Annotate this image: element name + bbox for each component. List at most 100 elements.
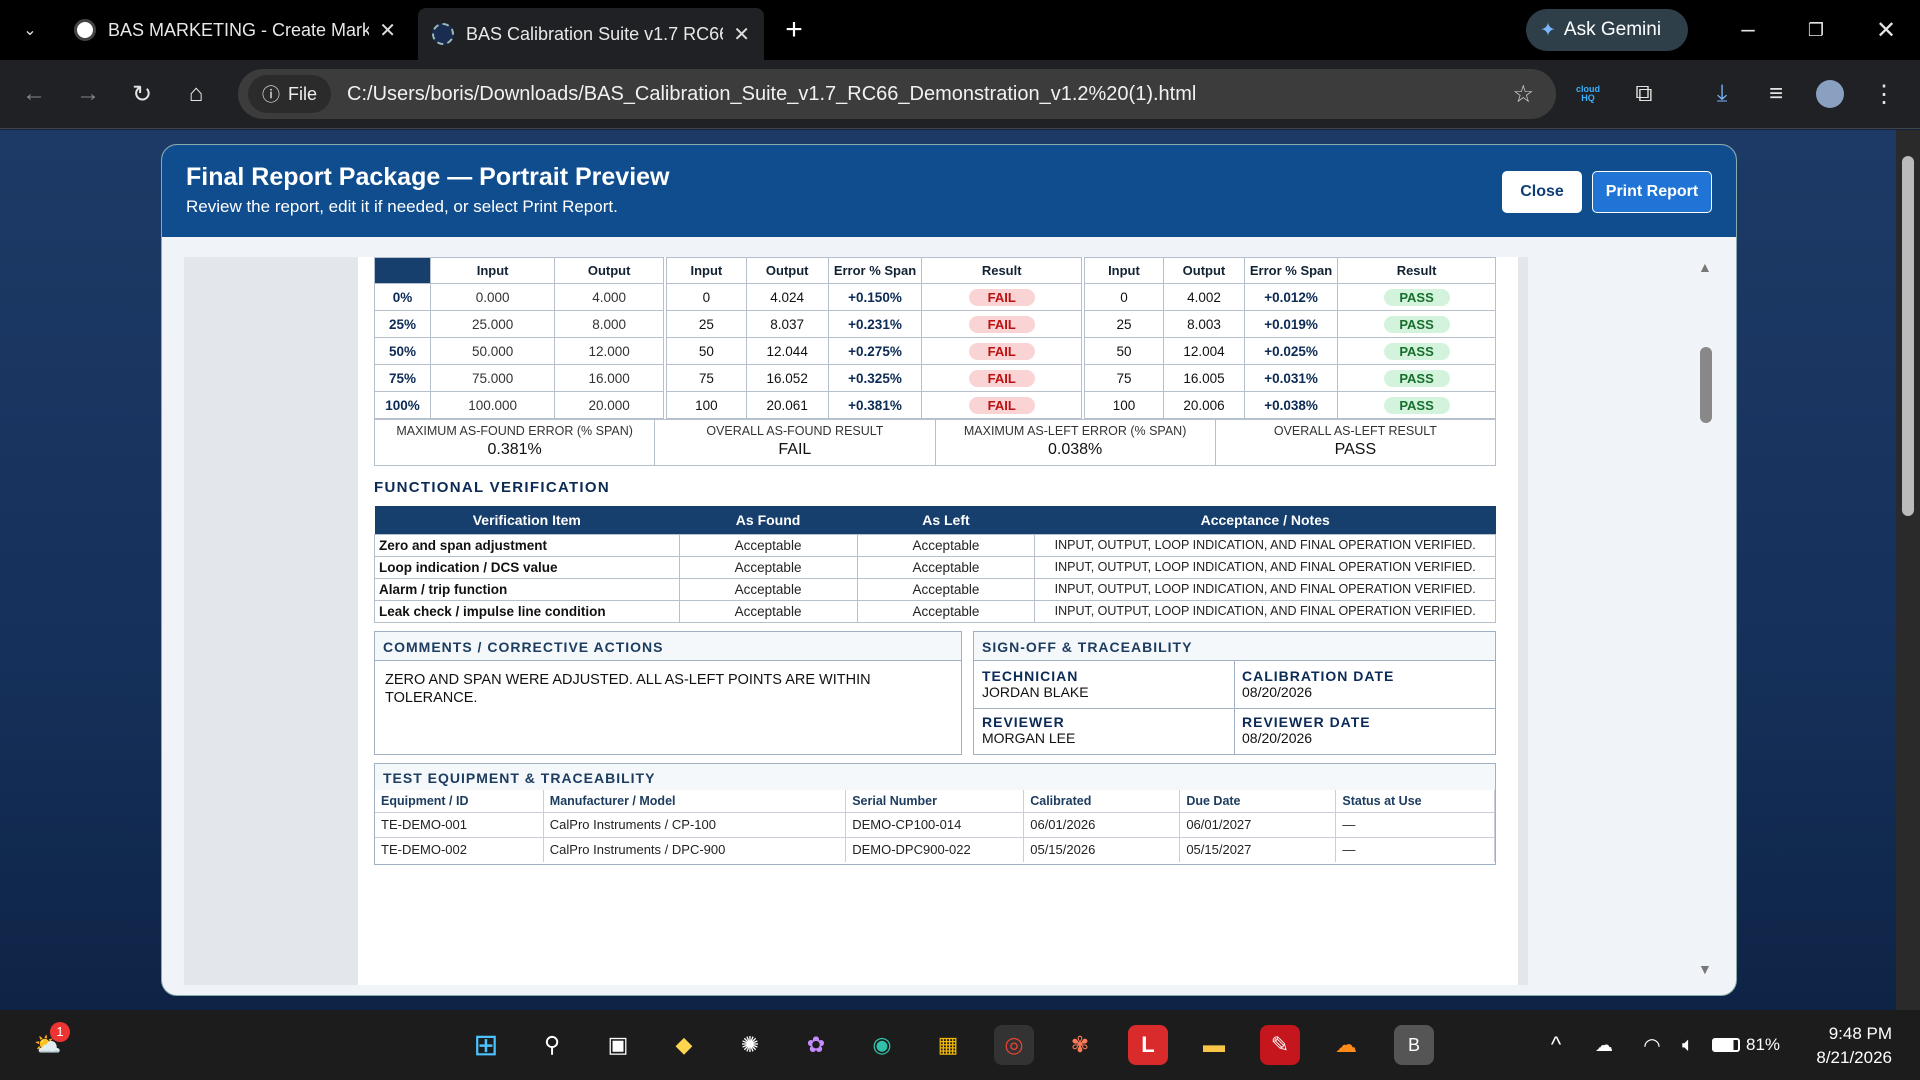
search-icon[interactable]: ⚲ [532, 1025, 572, 1065]
profile-avatar[interactable] [1812, 76, 1848, 112]
equipment-cell[interactable]: DEMO-CP100-014 [845, 811, 1025, 837]
tab-calibration-suite[interactable]: BAS Calibration Suite v1.7 RC66 ✕ [418, 8, 764, 60]
python-app-icon[interactable]: ◆ [664, 1025, 704, 1065]
equipment-cell[interactable]: CalPro Instruments / DPC-900 [543, 836, 847, 862]
functional-cell[interactable]: Acceptable [678, 599, 858, 623]
equipment-cell[interactable]: TE-DEMO-002 [375, 836, 544, 862]
al-output-cell[interactable]: 12.004 [1162, 337, 1246, 365]
tab-close-icon[interactable]: ✕ [379, 18, 396, 43]
af-input-cell[interactable]: 50 [666, 337, 747, 365]
functional-cell[interactable]: INPUT, OUTPUT, LOOP INDICATION, AND FINA… [1034, 577, 1496, 601]
restore-icon[interactable]: ❐ [1798, 12, 1834, 48]
new-tab-button[interactable]: + [776, 12, 812, 48]
site-info-chip[interactable]: ⓘ File [248, 75, 332, 113]
equipment-cell[interactable]: 06/01/2027 [1179, 811, 1337, 837]
af-input-cell[interactable]: 100 [666, 391, 747, 419]
functional-cell[interactable]: Acceptable [678, 533, 858, 557]
cloudhq-extension-icon[interactable]: cloud HQ [1570, 76, 1606, 112]
equipment-cell[interactable]: CalPro Instruments / CP-100 [543, 811, 847, 837]
bookmark-star-icon[interactable]: ☆ [1512, 80, 1534, 109]
al-output-cell[interactable]: 8.003 [1162, 310, 1246, 338]
functional-cell[interactable]: Acceptable [856, 599, 1036, 623]
close-button[interactable]: Close [1502, 171, 1582, 213]
equipment-cell[interactable]: — [1335, 811, 1495, 837]
extensions-puzzle-icon[interactable]: ⧉ [1626, 76, 1662, 112]
battery-indicator[interactable]: 81% [1712, 1035, 1780, 1055]
al-input-cell[interactable]: 50 [1084, 337, 1164, 365]
functional-cell[interactable]: Acceptable [678, 577, 858, 601]
forward-icon[interactable]: → [70, 76, 106, 112]
calibration-date-value[interactable]: 08/20/2026 [1242, 684, 1394, 700]
functional-cell[interactable]: INPUT, OUTPUT, LOOP INDICATION, AND FINA… [1034, 555, 1496, 579]
edge-browser-icon[interactable]: ◉ [862, 1025, 902, 1065]
viewer-scroll-thumb[interactable] [1700, 347, 1712, 423]
scroll-up-arrow-icon[interactable]: ▲ [1698, 259, 1712, 275]
viewer-scrollbar[interactable]: ▲ ▼ [1694, 257, 1718, 985]
af-input-cell[interactable]: 0 [666, 283, 747, 311]
functional-cell[interactable]: Acceptable [678, 555, 858, 579]
equipment-cell[interactable]: — [1335, 836, 1495, 862]
af-input-cell[interactable]: 75 [666, 364, 747, 392]
reload-icon[interactable]: ↻ [124, 76, 160, 112]
al-output-cell[interactable]: 4.002 [1162, 283, 1246, 311]
print-report-button[interactable]: Print Report [1592, 171, 1712, 213]
page-scrollbar[interactable] [1896, 130, 1920, 1010]
equipment-cell[interactable]: 06/01/2026 [1023, 811, 1181, 837]
tab-marketing[interactable]: BAS MARKETING - Create Mark ✕ [60, 10, 410, 50]
reviewer-value[interactable]: MORGAN LEE [982, 730, 1075, 746]
af-input-cell[interactable]: 25 [666, 310, 747, 338]
home-icon[interactable]: ⌂ [178, 76, 214, 112]
letter-b-app-icon[interactable]: B [1394, 1025, 1434, 1065]
copilot-app-icon[interactable]: ✿ [796, 1025, 836, 1065]
tab-search-chevron-icon[interactable]: ⌄ [12, 12, 48, 48]
chrome-browser-icon[interactable]: ◎ [994, 1025, 1034, 1065]
al-output-cell[interactable]: 16.005 [1162, 364, 1246, 392]
af-output-cell[interactable]: 20.061 [745, 391, 829, 419]
al-input-cell[interactable]: 0 [1084, 283, 1164, 311]
letter-l-app-icon[interactable]: L [1128, 1025, 1168, 1065]
acrobat-reader-icon[interactable]: ✎ [1260, 1025, 1300, 1065]
url-text[interactable]: C:/Users/boris/Downloads/BAS_Calibration… [347, 83, 1196, 106]
al-input-cell[interactable]: 100 [1084, 391, 1164, 419]
functional-cell[interactable]: Acceptable [856, 533, 1036, 557]
file-explorer-icon[interactable]: ▬ [1194, 1025, 1234, 1065]
cloud-app-icon[interactable]: ☁ [1326, 1025, 1366, 1065]
functional-cell[interactable]: INPUT, OUTPUT, LOOP INDICATION, AND FINA… [1034, 599, 1496, 623]
af-output-cell[interactable]: 4.024 [745, 283, 829, 311]
reviewer-date-value[interactable]: 08/20/2026 [1242, 730, 1371, 746]
minimize-icon[interactable]: – [1730, 12, 1766, 48]
back-icon[interactable]: ← [16, 76, 52, 112]
downloads-icon[interactable]: ⤓ [1704, 76, 1740, 112]
omnibox[interactable]: ⓘ File C:/Users/boris/Downloads/BAS_Cali… [238, 69, 1556, 119]
window-close-icon[interactable]: ✕ [1868, 12, 1904, 48]
microsoft-store-icon[interactable]: ▦ [928, 1025, 968, 1065]
af-output-cell[interactable]: 12.044 [745, 337, 829, 365]
task-view-icon[interactable]: ▣ [598, 1025, 638, 1065]
functional-cell[interactable]: Acceptable [856, 577, 1036, 601]
volume-icon[interactable]: 🔈︎ [1668, 1025, 1708, 1065]
al-input-cell[interactable]: 25 [1084, 310, 1164, 338]
comments-text[interactable]: ZERO AND SPAN WERE ADJUSTED. ALL AS-LEFT… [375, 661, 895, 717]
page-scroll-thumb[interactable] [1902, 156, 1914, 516]
photos-app-icon[interactable]: ✾ [1060, 1025, 1100, 1065]
onedrive-tray-icon[interactable]: ☁ [1584, 1025, 1624, 1065]
functional-cell[interactable]: INPUT, OUTPUT, LOOP INDICATION, AND FINA… [1034, 533, 1496, 557]
tray-chevron-icon[interactable]: ^ [1536, 1025, 1576, 1065]
al-input-cell[interactable]: 75 [1084, 364, 1164, 392]
al-output-cell[interactable]: 20.006 [1162, 391, 1246, 419]
scroll-down-arrow-icon[interactable]: ▼ [1698, 961, 1712, 977]
report-viewer[interactable]: Input Output 0% 0.000 4.000 25% 25.000 8.000 5… [184, 257, 1528, 985]
equipment-cell[interactable]: TE-DEMO-001 [375, 811, 544, 837]
chatgpt-app-icon[interactable]: ✺ [730, 1025, 770, 1065]
start-windows-icon[interactable]: ⊞ [466, 1025, 506, 1065]
equipment-cell[interactable]: 05/15/2027 [1179, 836, 1337, 862]
af-output-cell[interactable]: 8.037 [745, 310, 829, 338]
functional-cell[interactable]: Acceptable [856, 555, 1036, 579]
menu-kebab-icon[interactable]: ⋮ [1866, 76, 1902, 112]
technician-value[interactable]: JORDAN BLAKE [982, 684, 1089, 700]
ask-gemini-button[interactable]: ✦ Ask Gemini [1526, 9, 1688, 51]
system-clock[interactable]: 9:48 PM 8/21/2026 [1816, 1022, 1892, 1070]
tab-close-icon[interactable]: ✕ [733, 22, 750, 47]
af-output-cell[interactable]: 16.052 [745, 364, 829, 392]
equipment-cell[interactable]: 05/15/2026 [1023, 836, 1181, 862]
